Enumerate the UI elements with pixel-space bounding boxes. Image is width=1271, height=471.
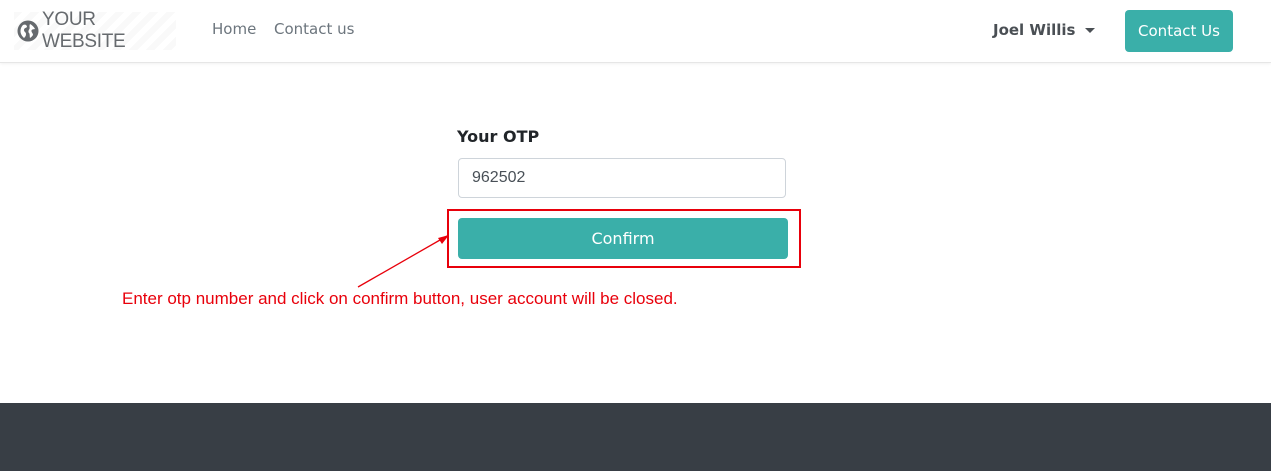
- otp-input[interactable]: 962502: [458, 158, 786, 198]
- nav-home-link[interactable]: Home: [212, 20, 256, 38]
- user-name: Joel Willis: [993, 21, 1076, 39]
- caret-down-icon: [1085, 27, 1096, 33]
- logo-text: YOUR WEBSITE: [42, 9, 126, 52]
- page: YOUR WEBSITE Home Contact us Joel Willis…: [0, 0, 1271, 471]
- confirm-button[interactable]: Confirm: [458, 218, 788, 259]
- globe-icon: [16, 19, 40, 43]
- contact-us-button[interactable]: Contact Us: [1125, 10, 1233, 52]
- top-navbar: YOUR WEBSITE Home Contact us Joel Willis…: [0, 0, 1271, 63]
- user-menu-dropdown[interactable]: Joel Willis: [993, 21, 1096, 39]
- site-logo[interactable]: YOUR WEBSITE: [14, 9, 176, 52]
- annotation-text: Enter otp number and click on confirm bu…: [122, 289, 678, 308]
- footer: [0, 403, 1271, 471]
- nav-contact-link[interactable]: Contact us: [274, 20, 354, 38]
- otp-label: Your OTP: [457, 127, 540, 146]
